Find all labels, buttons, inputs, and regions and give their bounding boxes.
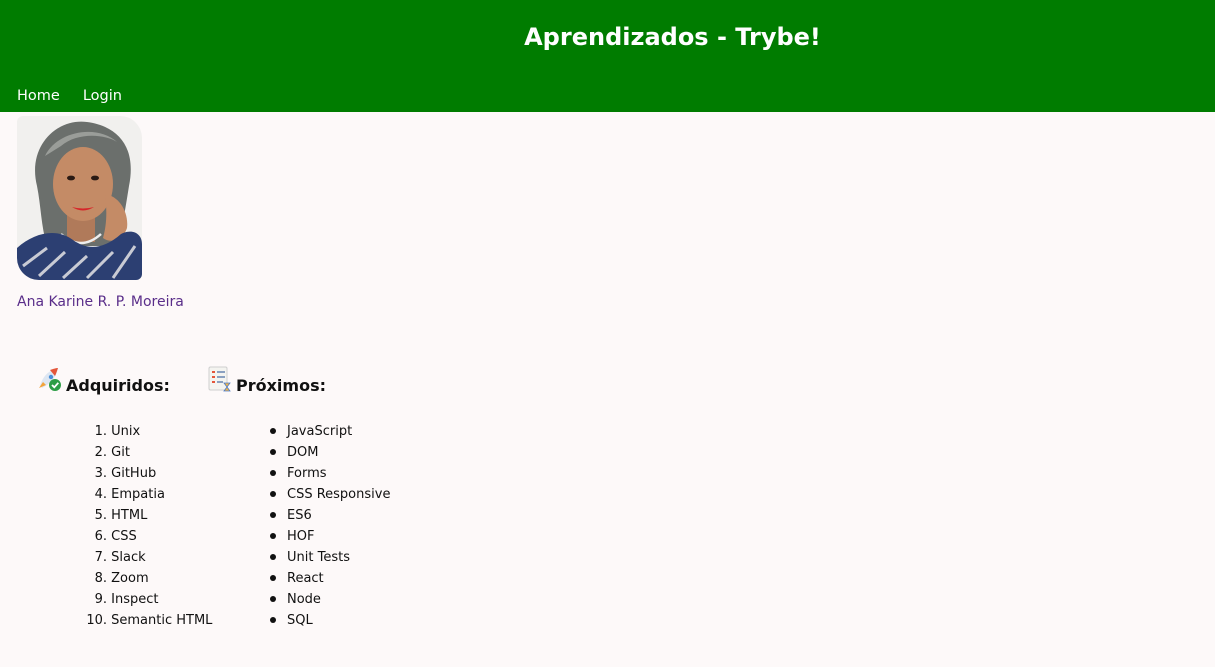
list-item: CSS Responsive	[268, 484, 390, 505]
nav-home-link[interactable]: Home	[17, 87, 60, 105]
bullet-icon	[268, 484, 287, 505]
profile-photo	[17, 116, 142, 280]
bullet-icon	[268, 463, 287, 484]
list-item: 1. Unix	[94, 424, 141, 439]
list-item: ES6	[268, 505, 390, 526]
list-item: 9. Inspect	[94, 592, 159, 607]
todo-list-icon	[207, 366, 232, 396]
acquired-heading-group: Adquiridos:	[36, 366, 170, 396]
bullet-icon	[268, 547, 287, 568]
bullet-icon	[268, 442, 287, 463]
nav-login-link[interactable]: Login	[83, 87, 122, 105]
bullet-icon	[268, 568, 287, 589]
list-item: 4. Empatia	[94, 487, 165, 502]
list-item: Forms	[268, 463, 390, 484]
bullet-icon	[268, 526, 287, 547]
list-item: 7. Slack	[94, 550, 146, 565]
list-item: 2. Git	[94, 445, 130, 460]
acquired-list: 1. Unix 2. Git 3. GitHub 4. Empatia 5. H…	[82, 421, 212, 631]
next-heading: Próximos:	[236, 376, 326, 395]
site-header: Aprendizados - Trybe! Home Login	[0, 0, 1215, 112]
bullet-icon	[268, 610, 287, 631]
main-nav: Home Login	[17, 87, 122, 105]
list-item: HOF	[268, 526, 390, 547]
list-item: 3. GitHub	[94, 466, 157, 481]
rocket-check-icon	[36, 366, 62, 396]
list-item: JavaScript	[268, 421, 390, 442]
list-item: 8. Zoom	[94, 571, 149, 586]
list-item: Node	[268, 589, 390, 610]
next-heading-group: Próximos:	[207, 366, 326, 396]
acquired-heading: Adquiridos:	[66, 376, 170, 395]
profile-name-link[interactable]: Ana Karine R. P. Moreira	[17, 293, 184, 311]
site-title: Aprendizados - Trybe!	[524, 23, 821, 51]
list-item: React	[268, 568, 390, 589]
list-item: SQL	[268, 610, 390, 631]
list-item: 6. CSS	[94, 529, 137, 544]
list-item: 10. Semantic HTML	[86, 613, 213, 628]
next-list: JavaScript DOM Forms CSS Responsive ES6 …	[268, 421, 390, 631]
bullet-icon	[268, 505, 287, 526]
list-item: Unit Tests	[268, 547, 390, 568]
list-item: DOM	[268, 442, 390, 463]
bullet-icon	[268, 589, 287, 610]
bullet-icon	[268, 421, 287, 442]
list-item: 5. HTML	[94, 508, 148, 523]
